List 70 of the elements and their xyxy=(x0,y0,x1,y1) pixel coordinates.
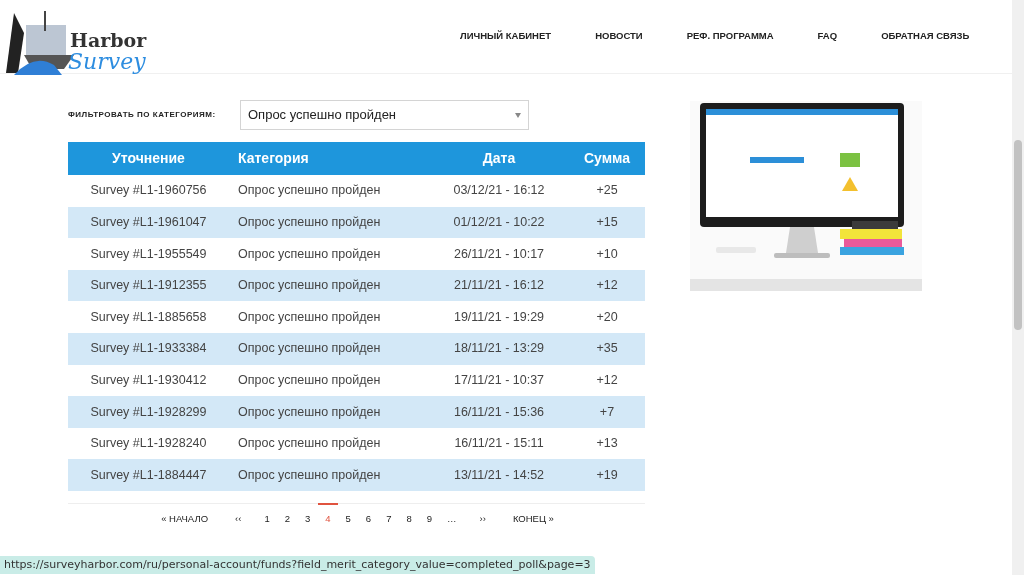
table-cell-text: +20 xyxy=(595,308,619,326)
table-cell-text: 18/11/21 - 13:29 xyxy=(452,340,546,358)
nav-link[interactable]: ОБРАТНАЯ СВЯЗЬ xyxy=(881,29,970,44)
column-header: Уточнение xyxy=(111,149,186,168)
page-link[interactable]: 1 xyxy=(256,502,278,527)
table-cell-text: Опрос успешно пройден xyxy=(237,372,382,389)
page-link[interactable]: 6 xyxy=(358,502,379,527)
table-cell-text: +15 xyxy=(595,214,619,231)
scrollbar-thumb[interactable] xyxy=(1014,140,1022,330)
page-link[interactable]: ‹‹ xyxy=(227,502,249,527)
table-cell-text: Survey #L1-1960756 xyxy=(89,182,208,200)
category-dropdown[interactable]: Опрос успешно пройден xyxy=(240,100,529,130)
table-cell-text: Survey #L1-1884447 xyxy=(89,466,208,484)
page-link[interactable]: ›› xyxy=(472,502,494,527)
nav-link[interactable]: РЕФ. ПРОГРАММА xyxy=(686,29,774,44)
table-cell-text: Опрос успешно пройден xyxy=(237,435,382,453)
table-cell-text: 03/12/21 - 16:12 xyxy=(452,182,546,200)
logo-text: Survey xyxy=(68,50,146,73)
table-cell-text: Survey #L1-1928299 xyxy=(89,403,208,421)
table-cell-text: Опрос успешно пройден xyxy=(237,277,382,295)
page-link[interactable]: 5 xyxy=(338,502,359,527)
page-link[interactable]: 4 xyxy=(317,502,339,527)
table-cell-text: +7 xyxy=(598,403,616,421)
table-cell-text: 19/11/21 - 19:29 xyxy=(452,308,546,326)
table-cell-text: 13/11/21 - 14:52 xyxy=(452,466,546,484)
status-bar-url: https://surveyharbor.com/ru/personal-account/funds?field_merit_category_value=completed_poll&page=3 xyxy=(0,555,595,574)
table-cell-text: 01/12/21 - 10:22 xyxy=(452,214,546,231)
table-cell-text: Survey #L1-1912355 xyxy=(89,277,208,295)
table-cell-text: Survey #L1-1955549 xyxy=(89,245,208,263)
table-cell-text: +13 xyxy=(595,435,619,453)
table-cell-text: Опрос успешно пройден xyxy=(237,403,382,421)
table-cell-text: Survey #L1-1961047 xyxy=(89,214,208,231)
table-cell-text: Survey #L1-1933384 xyxy=(89,340,208,358)
table-cell-text: +10 xyxy=(595,245,619,263)
table-cell-text: +25 xyxy=(595,182,619,200)
nav-link[interactable]: FAQ xyxy=(817,29,838,44)
column-header: Категория xyxy=(237,149,310,168)
table-cell-text: Survey #L1-1928240 xyxy=(89,435,208,453)
page-link[interactable]: 2 xyxy=(277,502,298,527)
table-cell-text: 26/11/21 - 10:17 xyxy=(452,245,546,263)
table-cell-text: +12 xyxy=(595,277,619,295)
table-cell-text: Опрос успешно пройден xyxy=(237,340,382,358)
table-cell-text: +35 xyxy=(595,340,619,358)
logo-text: Harbor xyxy=(70,30,147,50)
page-link[interactable]: КОНЕЦ » xyxy=(505,502,562,527)
table-cell-text: +19 xyxy=(595,466,619,484)
table-cell-text: +12 xyxy=(595,372,619,389)
table-cell-text: 16/11/21 - 15:36 xyxy=(452,403,546,421)
table-cell-text: Опрос успешно пройден xyxy=(237,466,382,484)
table-cell-text: Опрос успешно пройден xyxy=(237,182,382,200)
column-header: Дата xyxy=(481,149,517,168)
page-link[interactable]: « НАЧАЛО xyxy=(153,502,216,527)
table-cell-text: Опрос успешно пройден xyxy=(237,214,382,231)
page-link[interactable]: 8 xyxy=(398,502,420,527)
table-cell-text: 17/11/21 - 10:37 xyxy=(452,372,546,389)
page-link[interactable]: 9 xyxy=(419,502,440,527)
page-link[interactable]: 3 xyxy=(297,502,318,527)
table-cell-text: Survey #L1-1885658 xyxy=(89,308,208,326)
table-cell-text: 16/11/21 - 15:11 xyxy=(453,435,545,453)
page-link[interactable]: … xyxy=(439,502,465,527)
nav-link[interactable]: НОВОСТИ xyxy=(595,29,643,44)
column-header: Сумма xyxy=(583,149,631,168)
table-cell-text: Survey #L1-1930412 xyxy=(89,372,208,389)
table-cell-text: Опрос успешно пройден xyxy=(237,245,382,263)
table-cell-text: 21/11/21 - 16:12 xyxy=(452,277,546,295)
dropdown-caret-icon xyxy=(515,112,521,118)
filter-label: ФИЛЬТРОВАТЬ ПО КАТЕГОРИЯМ: xyxy=(68,109,217,121)
page-link[interactable]: 7 xyxy=(378,502,399,527)
nav-link[interactable]: ЛИЧНЫЙ КАБИНЕТ xyxy=(460,29,552,44)
table-cell-text: Опрос успешно пройден xyxy=(237,308,382,326)
